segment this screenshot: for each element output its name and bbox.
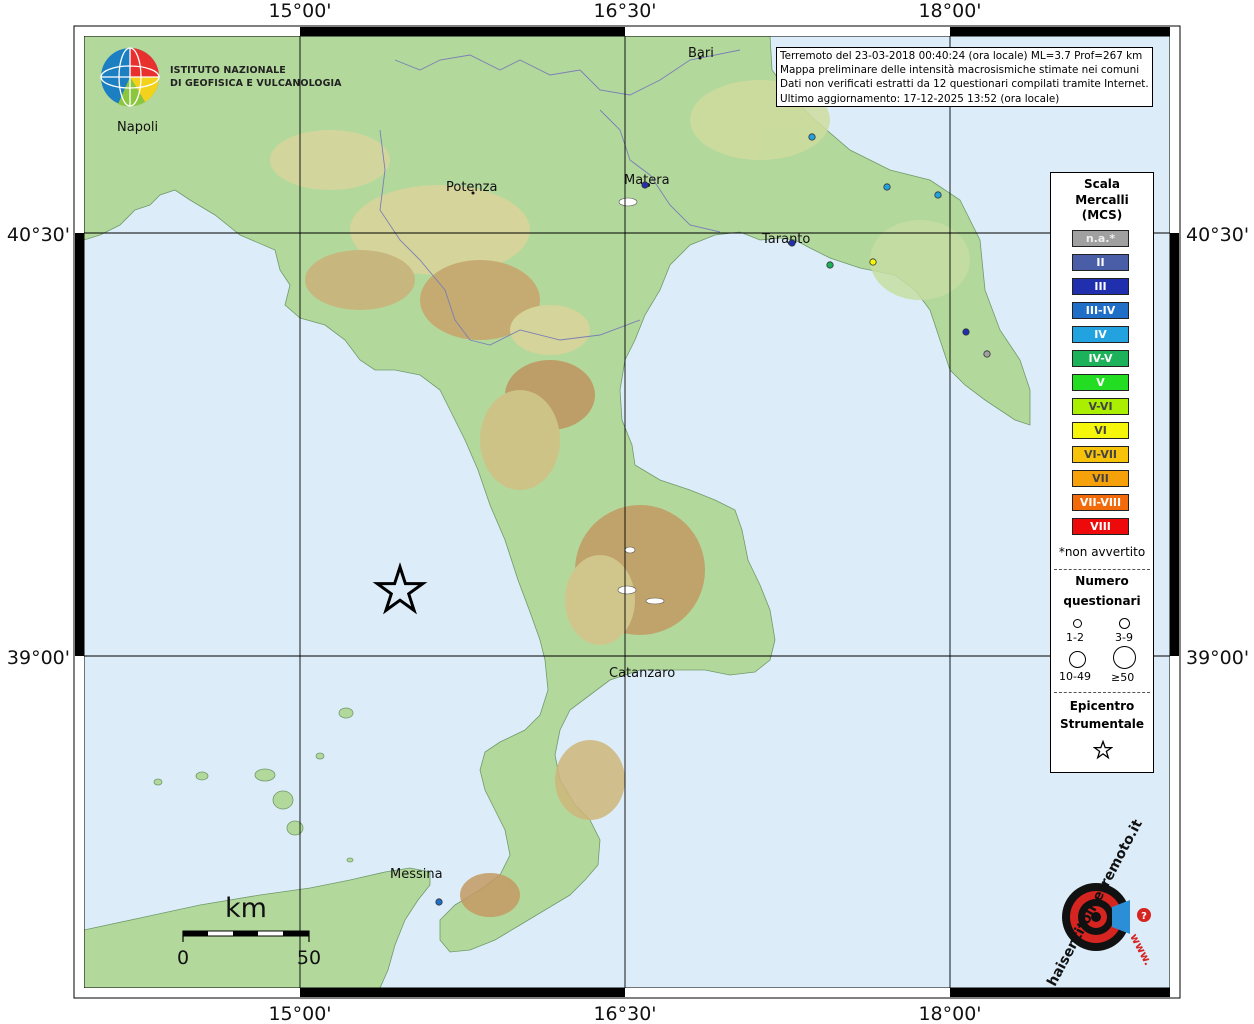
count-label-50: ≥50 [1111, 671, 1135, 684]
mcs-class-1: II [1072, 254, 1129, 271]
ingv-logo-line2: DI GEOFISICA E VULCANOLOGIA [170, 78, 342, 89]
city-taranto: Taranto [761, 232, 810, 247]
count-circle-small [1073, 619, 1082, 628]
count-label-10-49: 10-49 [1059, 670, 1091, 683]
count-circle-large [1069, 651, 1086, 668]
event-info-line3: Dati non verificati estratti da 12 quest… [780, 78, 1149, 91]
observation-point[interactable] [962, 328, 970, 336]
scale-bar-unit: km [225, 893, 267, 924]
event-info-line2: Mappa preliminare delle intensità macros… [780, 64, 1140, 77]
legend-count-title2: questionari [1063, 594, 1141, 608]
lat-tick-left-2: 39°00' [7, 647, 70, 669]
mcs-class-10: VII [1072, 470, 1129, 487]
legend-epi-title1: Epicentro [1069, 699, 1135, 713]
event-info-line4: Ultimo aggiornamento: 17-12-2025 13:52 (… [780, 92, 1060, 105]
legend-note: *non avvertito [1058, 545, 1146, 559]
observation-point[interactable] [934, 191, 942, 199]
mcs-class-12: VIII [1072, 518, 1129, 535]
observation-point[interactable] [641, 181, 649, 189]
mcs-class-4: IV [1072, 326, 1129, 343]
scale-bar-max: 50 [297, 947, 321, 969]
city-messina: Messina [390, 867, 443, 882]
lon-tick-top-3: 18°00' [918, 0, 981, 22]
legend-title-mercalli: Mercalli [1075, 192, 1129, 207]
city-potenza: Potenza [446, 180, 497, 195]
mcs-class-7: V-VI [1072, 398, 1129, 415]
observation-point[interactable] [883, 183, 891, 191]
observation-point[interactable] [435, 898, 443, 906]
legend-epi-title2: Strumentale [1059, 717, 1145, 731]
mcs-class-6: V [1072, 374, 1129, 391]
count-label-1-2: 1-2 [1066, 631, 1084, 644]
mcs-class-3: III-IV [1072, 302, 1129, 319]
event-info-box: Terremoto del 23-03-2018 00:40:24 (ora l… [776, 47, 1153, 107]
lat-tick-right-1: 40°30' [1186, 224, 1249, 246]
lon-tick-bottom-3: 18°00' [918, 1003, 981, 1024]
mcs-class-9: VI-VII [1072, 446, 1129, 463]
count-circle-xlarge [1113, 646, 1136, 669]
lon-tick-top-2: 16°30' [593, 0, 656, 22]
count-circle-medium [1119, 618, 1130, 629]
legend-epicenter-star-icon [1093, 740, 1113, 760]
observation-point[interactable] [869, 258, 877, 266]
legend-divider [1054, 692, 1150, 693]
city-napoli: Napoli [117, 120, 158, 135]
observation-point[interactable] [808, 133, 816, 141]
lat-tick-left-1: 40°30' [7, 224, 70, 246]
mcs-class-11: VII-VIII [1072, 494, 1129, 511]
scale-bar-min: 0 [177, 947, 189, 969]
mcs-class-8: VI [1072, 422, 1129, 439]
city-bari: Bari [688, 46, 714, 61]
mcs-class-0: n.a.* [1072, 230, 1129, 247]
lon-tick-bottom-2: 16°30' [593, 1003, 656, 1024]
legend-divider [1054, 569, 1150, 570]
city-catanzaro: Catanzaro [609, 666, 675, 681]
mcs-class-5: IV-V [1072, 350, 1129, 367]
lat-tick-right-2: 39°00' [1186, 647, 1249, 669]
lon-tick-bottom-1: 15°00' [268, 1003, 331, 1024]
legend-title-mcs: (MCS) [1081, 208, 1123, 222]
count-label-3-9: 3-9 [1115, 631, 1133, 644]
mcs-legend: Scala Mercalli (MCS) n.a.* II III III-IV IV I… [1050, 172, 1154, 773]
observation-point[interactable] [826, 261, 834, 269]
mcs-class-2: III [1072, 278, 1129, 295]
ingv-logo: ISTITUTO NAZIONALE DI GEOFISICA E VULCAN… [100, 47, 341, 113]
legend-count-title1: Numero [1075, 574, 1129, 588]
observation-point[interactable] [983, 350, 991, 358]
ingv-logo-line1: ISTITUTO NAZIONALE [170, 65, 286, 76]
event-info-line1: Terremoto del 23-03-2018 00:40:24 (ora l… [780, 50, 1143, 62]
svg-text:?: ? [1141, 911, 1147, 922]
haisentito-logo: ? haisentitoilterremoto.it www. [1030, 817, 1160, 989]
observation-point[interactable] [788, 239, 796, 247]
lon-tick-top-1: 15°00' [268, 0, 331, 22]
legend-title-scala: Scala [1083, 177, 1121, 191]
